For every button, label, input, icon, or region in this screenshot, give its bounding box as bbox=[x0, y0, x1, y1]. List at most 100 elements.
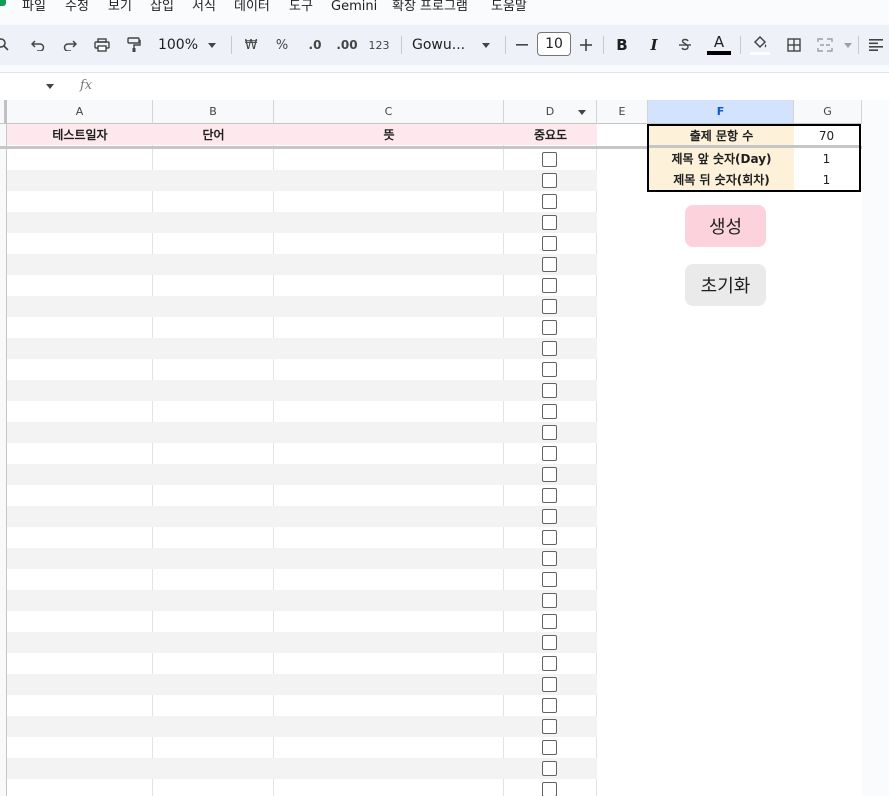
importance-checkbox[interactable] bbox=[542, 740, 557, 755]
importance-checkbox[interactable] bbox=[542, 719, 557, 734]
table-row[interactable] bbox=[7, 380, 597, 401]
table-row[interactable] bbox=[7, 422, 597, 443]
menu-format[interactable]: 서식 bbox=[192, 0, 216, 16]
table-row[interactable] bbox=[7, 695, 597, 716]
importance-checkbox[interactable] bbox=[542, 236, 557, 251]
settings-label[interactable]: 출제 문항 수 bbox=[649, 126, 794, 145]
chevron-down-icon[interactable] bbox=[842, 25, 854, 65]
table-row[interactable] bbox=[7, 296, 597, 317]
print-icon[interactable] bbox=[92, 25, 112, 65]
chevron-down-icon[interactable] bbox=[206, 25, 218, 65]
merge-cells-icon[interactable] bbox=[815, 25, 835, 65]
decrease-decimal-button[interactable]: .0 bbox=[303, 25, 327, 65]
zoom-select[interactable]: 100% bbox=[156, 25, 200, 65]
menu-extensions[interactable]: 확장 프로그램 bbox=[392, 0, 468, 16]
importance-checkbox[interactable] bbox=[542, 761, 557, 776]
table-row[interactable] bbox=[7, 254, 597, 275]
table-row[interactable] bbox=[7, 548, 597, 569]
table-row[interactable] bbox=[7, 149, 597, 170]
table-row[interactable] bbox=[7, 737, 597, 758]
table-row[interactable] bbox=[7, 191, 597, 212]
importance-checkbox[interactable] bbox=[542, 530, 557, 545]
column-header-a[interactable]: A bbox=[7, 100, 153, 124]
importance-checkbox[interactable] bbox=[542, 215, 557, 230]
number-format-button[interactable]: 123 bbox=[367, 25, 391, 65]
table-row[interactable] bbox=[7, 359, 597, 380]
header-cell-test-date[interactable]: 테스트일자 bbox=[7, 124, 153, 145]
minus-icon[interactable] bbox=[514, 25, 530, 65]
importance-checkbox[interactable] bbox=[542, 404, 557, 419]
importance-checkbox[interactable] bbox=[542, 656, 557, 671]
importance-checkbox[interactable] bbox=[542, 320, 557, 335]
table-row[interactable] bbox=[7, 590, 597, 611]
table-row[interactable] bbox=[7, 569, 597, 590]
sheets-logo-icon[interactable] bbox=[0, 0, 6, 6]
menu-view[interactable]: 보기 bbox=[108, 0, 132, 16]
settings-value[interactable]: 70 bbox=[794, 126, 859, 145]
generate-button[interactable]: 생성 bbox=[685, 205, 766, 247]
importance-checkbox[interactable] bbox=[542, 677, 557, 692]
importance-checkbox[interactable] bbox=[542, 425, 557, 440]
settings-label[interactable]: 제목 뒤 숫자(회차) bbox=[649, 169, 794, 190]
settings-value[interactable]: 1 bbox=[794, 148, 859, 169]
table-row[interactable] bbox=[7, 506, 597, 527]
importance-checkbox[interactable] bbox=[542, 341, 557, 356]
table-row[interactable] bbox=[7, 233, 597, 254]
importance-checkbox[interactable] bbox=[542, 635, 557, 650]
italic-button[interactable]: I bbox=[645, 25, 663, 65]
table-row[interactable] bbox=[7, 275, 597, 296]
table-row[interactable] bbox=[7, 443, 597, 464]
importance-checkbox[interactable] bbox=[542, 257, 557, 272]
menu-tools[interactable]: 도구 bbox=[289, 0, 313, 16]
paint-format-icon[interactable] bbox=[124, 25, 144, 65]
importance-checkbox[interactable] bbox=[542, 383, 557, 398]
menu-help[interactable]: 도움말 bbox=[491, 0, 527, 16]
importance-checkbox[interactable] bbox=[542, 572, 557, 587]
table-row[interactable] bbox=[7, 653, 597, 674]
importance-checkbox[interactable] bbox=[542, 194, 557, 209]
undo-icon[interactable] bbox=[28, 25, 48, 65]
plus-icon[interactable] bbox=[578, 25, 594, 65]
table-row[interactable] bbox=[7, 674, 597, 695]
table-row[interactable] bbox=[7, 317, 597, 338]
importance-checkbox[interactable] bbox=[542, 698, 557, 713]
font-family-select[interactable]: Gowu... bbox=[412, 25, 472, 65]
percent-button[interactable]: % bbox=[273, 25, 291, 65]
increase-decimal-button[interactable]: .00 bbox=[334, 25, 360, 65]
menu-file[interactable]: 파일 bbox=[22, 0, 46, 16]
header-cell-word[interactable]: 단어 bbox=[153, 124, 274, 145]
fill-color-icon[interactable] bbox=[750, 25, 770, 65]
filter-dropdown-icon[interactable] bbox=[578, 110, 586, 115]
currency-button[interactable]: ₩ bbox=[242, 25, 260, 65]
importance-checkbox[interactable] bbox=[542, 614, 557, 629]
menu-edit[interactable]: 수정 bbox=[65, 0, 89, 16]
select-all-corner[interactable] bbox=[0, 100, 7, 124]
importance-checkbox[interactable] bbox=[542, 782, 557, 796]
table-row[interactable] bbox=[7, 401, 597, 422]
table-row[interactable] bbox=[7, 611, 597, 632]
importance-checkbox[interactable] bbox=[542, 299, 557, 314]
column-header-f[interactable]: F bbox=[648, 100, 794, 124]
table-row[interactable] bbox=[7, 464, 597, 485]
menu-insert[interactable]: 삽입 bbox=[150, 0, 174, 16]
font-size-input[interactable]: 10 bbox=[537, 32, 571, 56]
table-row[interactable] bbox=[7, 212, 597, 233]
table-row[interactable] bbox=[7, 485, 597, 506]
spreadsheet-grid[interactable]: A B C D E F G 테스트일자 단어 뜻 중요도 출제 문항 수 70 … bbox=[0, 100, 862, 796]
name-box-dropdown-icon[interactable] bbox=[46, 84, 54, 89]
strikethrough-icon[interactable] bbox=[676, 25, 694, 65]
importance-checkbox[interactable] bbox=[542, 173, 557, 188]
menu-gemini[interactable]: Gemini bbox=[331, 0, 377, 16]
importance-checkbox[interactable] bbox=[542, 278, 557, 293]
table-row[interactable] bbox=[7, 338, 597, 359]
table-row[interactable] bbox=[7, 527, 597, 548]
text-color-button[interactable]: A bbox=[706, 25, 732, 65]
header-cell-importance[interactable]: 중요도 bbox=[504, 124, 597, 145]
bold-button[interactable]: B bbox=[613, 25, 631, 65]
table-row[interactable] bbox=[7, 758, 597, 779]
column-header-c[interactable]: C bbox=[274, 100, 504, 124]
table-row[interactable] bbox=[7, 170, 597, 191]
importance-checkbox[interactable] bbox=[542, 152, 557, 167]
settings-value[interactable]: 1 bbox=[794, 169, 859, 190]
menu-data[interactable]: 데이터 bbox=[234, 0, 270, 16]
